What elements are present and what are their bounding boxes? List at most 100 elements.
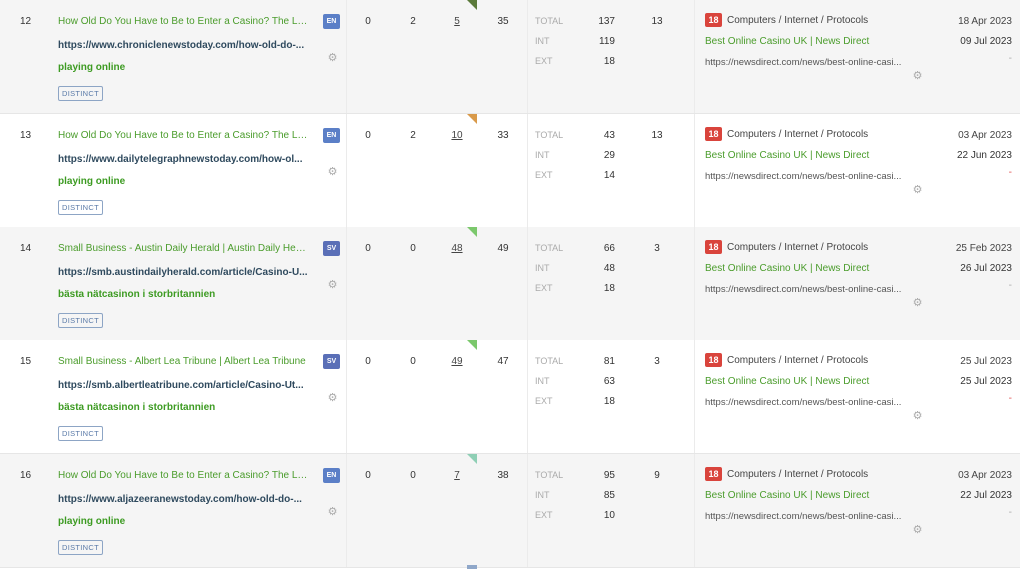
target-url-link[interactable]: https://newsdirect.com/news/best-online-… bbox=[705, 511, 915, 522]
first-seen-date: 18 Apr 2023 bbox=[958, 16, 1012, 27]
target-title-link[interactable]: Best Online Casino UK | News Direct bbox=[705, 150, 869, 161]
int-value: 85 bbox=[603, 490, 615, 501]
metric-1: 0 bbox=[365, 16, 371, 27]
total-value: 95 bbox=[603, 470, 615, 481]
source-title-link[interactable]: How Old Do You Have to Be to Enter a Cas… bbox=[58, 470, 308, 481]
category-count-badge: 18 bbox=[705, 127, 722, 141]
last-seen-date: 09 Jul 2023 bbox=[960, 36, 1012, 47]
source-url-link[interactable]: https://smb.albertleatribune.com/article… bbox=[58, 380, 326, 391]
metric-1: 0 bbox=[365, 130, 371, 141]
target-url-link[interactable]: https://newsdirect.com/news/best-online-… bbox=[705, 397, 915, 408]
gear-icon[interactable]: ⚙ bbox=[912, 185, 923, 196]
metric-3-link[interactable]: 7 bbox=[449, 470, 465, 481]
metric-4: 47 bbox=[497, 356, 509, 367]
column-divider bbox=[527, 227, 528, 340]
metric-3-link[interactable]: 48 bbox=[449, 243, 465, 254]
distinct-badge: DISTINCT bbox=[58, 86, 103, 101]
ext-label: EXT bbox=[535, 56, 553, 66]
ext-label: EXT bbox=[535, 510, 553, 520]
metric-2: 0 bbox=[410, 470, 416, 481]
table-row: 13 How Old Do You Have to Be to Enter a … bbox=[0, 114, 1020, 228]
ext-label: EXT bbox=[535, 170, 553, 180]
category-count-badge: 18 bbox=[705, 13, 722, 27]
source-url-link[interactable]: https://www.dailytelegraphnewstoday.com/… bbox=[58, 154, 326, 165]
source-title-link[interactable]: How Old Do You Have to Be to Enter a Cas… bbox=[58, 130, 308, 141]
distinct-badge: DISTINCT bbox=[58, 200, 103, 215]
target-url-link[interactable]: https://newsdirect.com/news/best-online-… bbox=[705, 284, 915, 295]
source-url-link[interactable]: https://www.chroniclenewstoday.com/how-o… bbox=[58, 40, 326, 51]
int-label: INT bbox=[535, 150, 550, 160]
target-title-link[interactable]: Best Online Casino UK | News Direct bbox=[705, 263, 869, 274]
flag-corner-icon bbox=[467, 454, 477, 464]
ext-value: 18 bbox=[603, 56, 615, 67]
category-label: Computers / Internet / Protocols bbox=[727, 242, 869, 253]
row-index: 15 bbox=[20, 356, 32, 367]
last-seen-date: 26 Jul 2023 bbox=[960, 263, 1012, 274]
column-divider bbox=[346, 454, 347, 567]
total-value: 137 bbox=[598, 16, 615, 27]
distinct-badge: DISTINCT bbox=[58, 426, 103, 441]
column-divider bbox=[346, 114, 347, 227]
metric-4: 49 bbox=[497, 243, 509, 254]
metric-3-link[interactable]: 49 bbox=[449, 356, 465, 367]
status-indicator: - bbox=[1008, 53, 1012, 64]
distinct-badge: DISTINCT bbox=[58, 540, 103, 555]
gear-icon[interactable]: ⚙ bbox=[327, 280, 338, 291]
source-url-link[interactable]: https://www.aljazeeranewstoday.com/how-o… bbox=[58, 494, 326, 505]
metric-3-link[interactable]: 10 bbox=[449, 130, 465, 141]
row-index: 14 bbox=[20, 243, 32, 254]
category-count-badge: 18 bbox=[705, 467, 722, 481]
gear-icon[interactable]: ⚙ bbox=[327, 507, 338, 518]
metric-2: 2 bbox=[410, 16, 416, 27]
metric-3-link[interactable]: 5 bbox=[449, 16, 465, 27]
gear-icon[interactable]: ⚙ bbox=[912, 411, 923, 422]
gear-icon[interactable]: ⚙ bbox=[327, 393, 338, 404]
source-url-link[interactable]: https://smb.austindailyherald.com/articl… bbox=[58, 267, 326, 278]
last-seen-date: 22 Jun 2023 bbox=[956, 150, 1012, 161]
target-title-link[interactable]: Best Online Casino UK | News Direct bbox=[705, 376, 869, 387]
table-row: 14 Small Business - Austin Daily Herald … bbox=[0, 227, 1020, 341]
language-badge: EN bbox=[323, 14, 340, 29]
anchor-text: playing online bbox=[58, 62, 126, 73]
gear-icon[interactable]: ⚙ bbox=[327, 53, 338, 64]
int-value: 63 bbox=[603, 376, 615, 387]
column-divider bbox=[527, 114, 528, 227]
column-divider bbox=[694, 340, 695, 453]
category-label: Computers / Internet / Protocols bbox=[727, 469, 869, 480]
gear-icon[interactable]: ⚙ bbox=[912, 525, 923, 536]
target-title-link[interactable]: Best Online Casino UK | News Direct bbox=[705, 490, 869, 501]
source-title-link[interactable]: Small Business - Albert Lea Tribune | Al… bbox=[58, 356, 308, 367]
metric-4: 35 bbox=[497, 16, 509, 27]
table-row: 15 Small Business - Albert Lea Tribune |… bbox=[0, 340, 1020, 454]
target-url-link[interactable]: https://newsdirect.com/news/best-online-… bbox=[705, 171, 915, 182]
target-title-link[interactable]: Best Online Casino UK | News Direct bbox=[705, 36, 869, 47]
total-label: TOTAL bbox=[535, 356, 564, 366]
row-index: 12 bbox=[20, 16, 32, 27]
metric-1: 0 bbox=[365, 356, 371, 367]
source-title-link[interactable]: Small Business - Austin Daily Herald | A… bbox=[58, 243, 308, 254]
target-url-link[interactable]: https://newsdirect.com/news/best-online-… bbox=[705, 57, 915, 68]
status-indicator: - bbox=[1008, 167, 1012, 178]
metric-4: 33 bbox=[497, 130, 509, 141]
source-title-link[interactable]: How Old Do You Have to Be to Enter a Cas… bbox=[58, 16, 308, 27]
language-badge: EN bbox=[323, 128, 340, 143]
gear-icon[interactable]: ⚙ bbox=[327, 167, 338, 178]
gear-icon[interactable]: ⚙ bbox=[912, 298, 923, 309]
language-badge: EN bbox=[323, 468, 340, 483]
total-value: 81 bbox=[603, 356, 615, 367]
anchor-text: bästa nätcasinon i storbritannien bbox=[58, 402, 216, 413]
status-indicator: - bbox=[1008, 393, 1012, 404]
int-label: INT bbox=[535, 490, 550, 500]
last-seen-date: 25 Jul 2023 bbox=[960, 376, 1012, 387]
column-divider bbox=[346, 0, 347, 113]
anchor-text: playing online bbox=[58, 176, 126, 187]
int-value: 29 bbox=[603, 150, 615, 161]
anchor-text: bästa nätcasinon i storbritannien bbox=[58, 289, 216, 300]
column-divider bbox=[694, 227, 695, 340]
int-value: 48 bbox=[603, 263, 615, 274]
first-seen-date: 25 Feb 2023 bbox=[955, 243, 1012, 254]
total-label: TOTAL bbox=[535, 130, 564, 140]
gear-icon[interactable]: ⚙ bbox=[912, 71, 923, 82]
unique-count: 9 bbox=[654, 470, 660, 481]
column-divider bbox=[694, 0, 695, 113]
